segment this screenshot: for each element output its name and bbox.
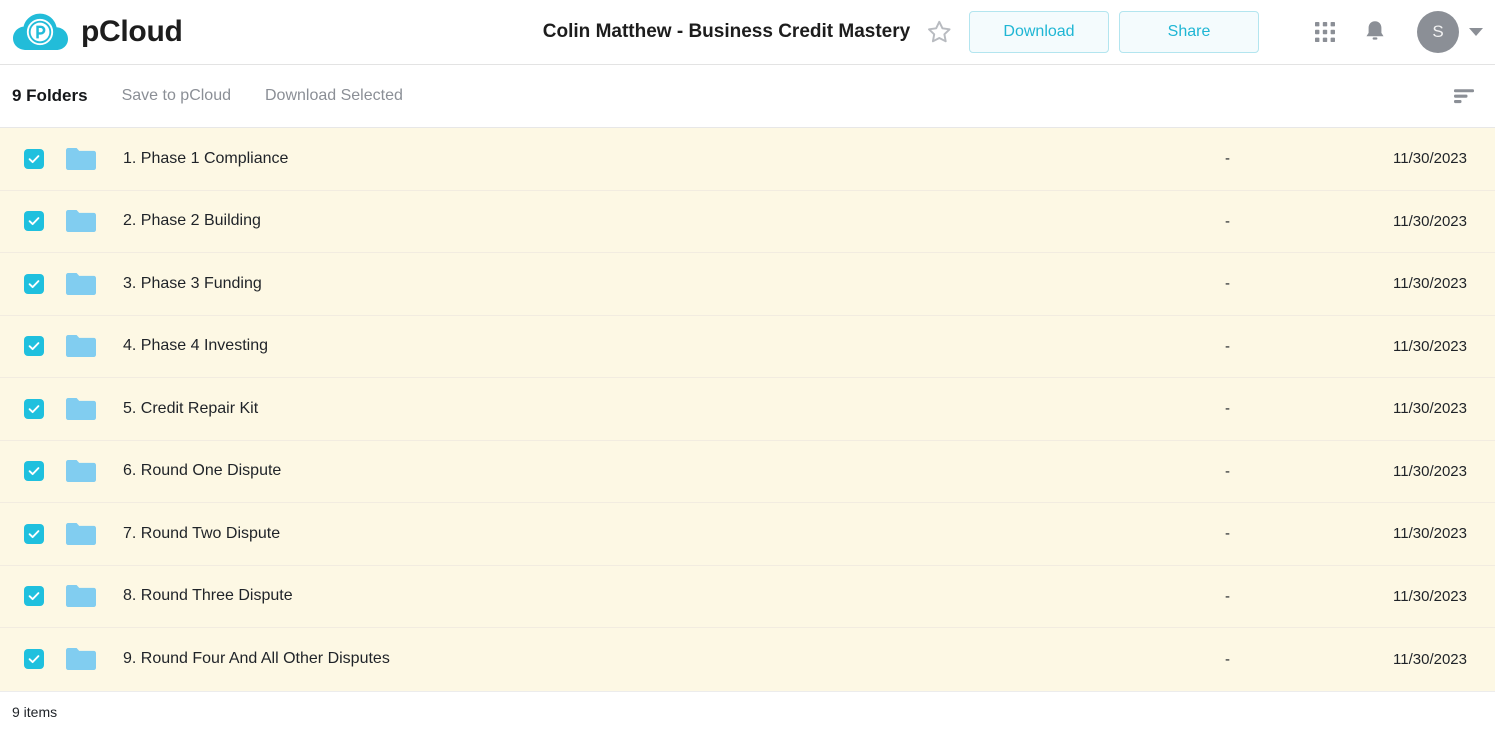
- row-date: 11/30/2023: [1393, 212, 1467, 230]
- chevron-down-icon[interactable]: [1469, 28, 1483, 36]
- folder-icon: [66, 522, 96, 545]
- notification-bell-icon-glyph: [1366, 21, 1384, 40]
- check-icon: [28, 154, 40, 163]
- table-row[interactable]: 2. Phase 2 Building -11/30/2023: [0, 190, 1495, 253]
- apps-grid-icon-glyph: [1315, 22, 1335, 42]
- row-date: 11/30/2023: [1393, 275, 1467, 293]
- row-checkbox[interactable]: [24, 336, 44, 357]
- row-checkbox[interactable]: [24, 649, 44, 670]
- table-row[interactable]: 9. Round Four And All Other Disputes -11/…: [0, 628, 1495, 691]
- folder-icon: [66, 397, 96, 420]
- page-title: Colin Matthew - Business Credit Mastery: [542, 21, 911, 42]
- folder-icon: [66, 648, 96, 671]
- save-to-pcloud-button[interactable]: Save to pCloud: [122, 87, 231, 105]
- sort-icon-glyph: [1454, 89, 1474, 104]
- row-size: -: [1225, 462, 1230, 480]
- folder-icon: [66, 335, 96, 358]
- share-button[interactable]: Share: [1119, 11, 1259, 53]
- download-selected-button[interactable]: Download Selected: [265, 87, 403, 105]
- row-checkbox[interactable]: [24, 461, 44, 482]
- table-row[interactable]: 7. Round Two Dispute -11/30/2023: [0, 503, 1495, 566]
- row-size: -: [1225, 650, 1230, 668]
- table-row[interactable]: 1. Phase 1 Compliance -11/30/2023: [0, 128, 1495, 191]
- item-count-label: 9 items: [12, 704, 58, 720]
- folder-icon: [66, 460, 96, 483]
- header-actions: Download Share S: [969, 11, 1483, 53]
- sort-icon[interactable]: [1447, 79, 1481, 113]
- row-date: 11/30/2023: [1393, 150, 1467, 168]
- row-checkbox[interactable]: [24, 398, 44, 419]
- pcloud-cloud-p-logo-icon: [13, 13, 68, 51]
- row-size: -: [1225, 212, 1230, 230]
- row-date: 11/30/2023: [1393, 400, 1467, 418]
- table-row[interactable]: 8. Round Three Dispute -11/30/2023: [0, 565, 1495, 628]
- apps-grid-icon[interactable]: [1305, 12, 1345, 52]
- check-icon: [28, 592, 40, 601]
- row-date: 11/30/2023: [1393, 462, 1467, 480]
- row-checkbox[interactable]: [24, 523, 44, 544]
- check-icon: [28, 467, 40, 476]
- pcloud-logo[interactable]: pCloud: [12, 10, 183, 54]
- row-size: -: [1225, 400, 1230, 418]
- row-checkbox[interactable]: [24, 273, 44, 294]
- row-date: 11/30/2023: [1393, 337, 1467, 355]
- user-menu[interactable]: S: [1417, 11, 1483, 53]
- row-checkbox[interactable]: [24, 586, 44, 607]
- check-icon: [28, 279, 40, 288]
- row-size: -: [1225, 525, 1230, 543]
- row-size: -: [1225, 337, 1230, 355]
- folder-icon: [66, 585, 96, 608]
- folder-icon: [66, 147, 96, 170]
- table-row[interactable]: 5. Credit Repair Kit -11/30/2023: [0, 378, 1495, 441]
- folder-icon: [66, 210, 96, 233]
- table-row[interactable]: 6. Round One Dispute -11/30/2023: [0, 440, 1495, 503]
- folder-icon: [66, 272, 96, 295]
- row-date: 11/30/2023: [1393, 525, 1467, 543]
- check-icon: [28, 655, 40, 664]
- check-icon: [28, 404, 40, 413]
- row-size: -: [1225, 587, 1230, 605]
- list-toolbar: 9 Folders Save to pCloud Download Select…: [0, 65, 1495, 128]
- table-row[interactable]: 4. Phase 4 Investing -11/30/2023: [0, 315, 1495, 378]
- star-outline-icon[interactable]: [926, 19, 952, 45]
- row-size: -: [1225, 150, 1230, 168]
- header-title-block: Colin Matthew - Business Credit Mastery: [543, 19, 952, 45]
- table-row[interactable]: 3. Phase 3 Funding -11/30/2023: [0, 253, 1495, 316]
- notification-bell-icon[interactable]: [1355, 12, 1395, 52]
- status-bar: 9 items: [0, 690, 1495, 733]
- pcloud-logo-text: pCloud: [81, 15, 183, 48]
- row-checkbox[interactable]: [24, 211, 44, 232]
- check-icon: [28, 342, 40, 351]
- row-size: -: [1225, 275, 1230, 293]
- row-checkbox[interactable]: [24, 148, 44, 169]
- check-icon: [28, 217, 40, 226]
- folder-list: 1. Phase 1 Compliance -11/30/2023 2. Phase…: [0, 128, 1495, 691]
- check-icon: [28, 529, 40, 538]
- avatar[interactable]: S: [1417, 11, 1459, 53]
- download-button[interactable]: Download: [969, 11, 1109, 53]
- row-date: 11/30/2023: [1393, 587, 1467, 605]
- app-header: pCloud Colin Matthew - Business Credit M…: [0, 0, 1495, 65]
- row-date: 11/30/2023: [1393, 650, 1467, 668]
- folder-count-label: 9 Folders: [12, 86, 88, 105]
